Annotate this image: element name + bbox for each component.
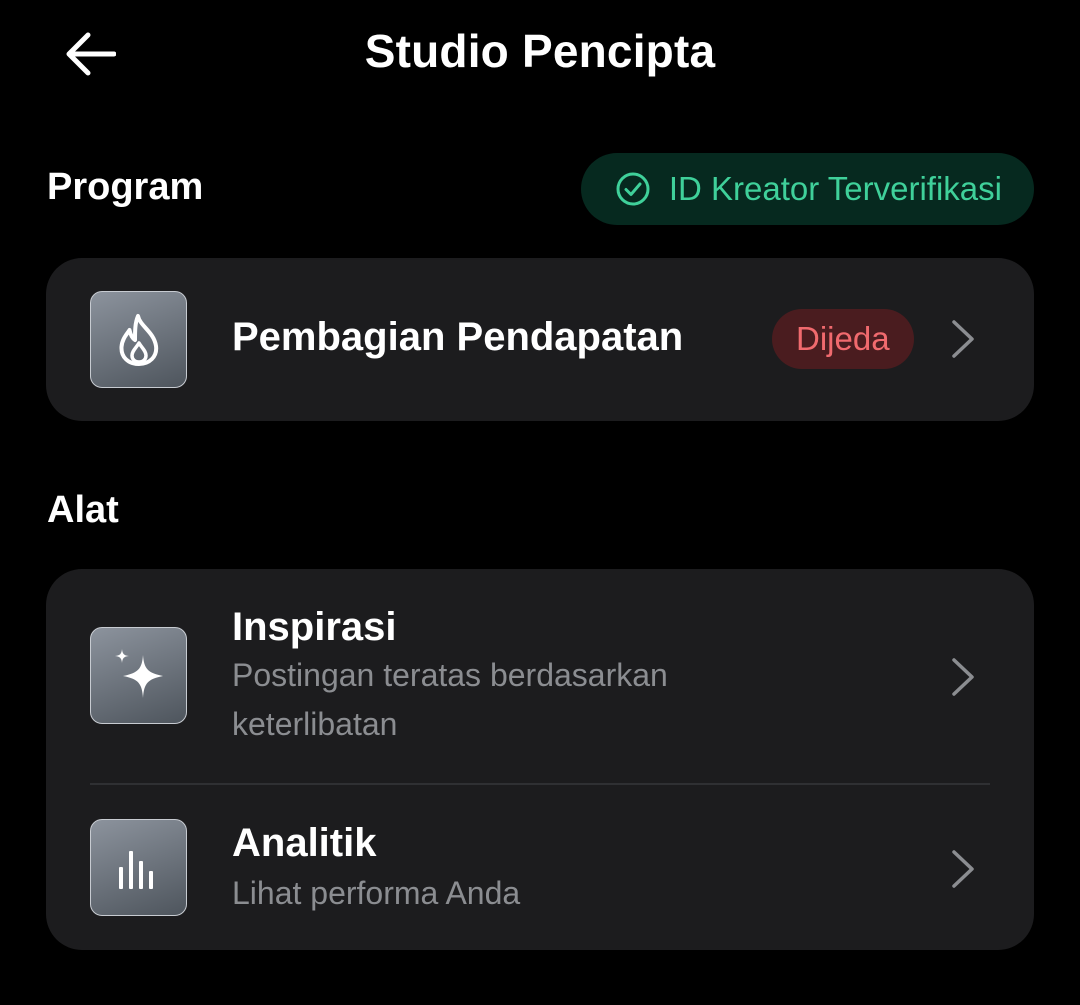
program-item-revenue-sharing[interactable]: Pembagian Pendapatan Dijeda: [46, 258, 1034, 421]
verified-creator-badge[interactable]: ID Kreator Terverifikasi: [580, 153, 1034, 225]
bar-chart-icon: [116, 845, 162, 891]
page-title: Studio Pencipta: [364, 25, 716, 77]
flame-icon: [114, 313, 164, 367]
program-card: Pembagian Pendapatan Dijeda: [46, 258, 1034, 421]
tools-item-title: Analitik: [232, 821, 377, 865]
tools-icon-tile: [90, 819, 187, 916]
chevron-right-icon: [948, 655, 978, 699]
tools-item-subtitle: Postingan teratas berdasarkan keterlibat…: [232, 657, 668, 742]
program-item-title: Pembagian Pendapatan: [232, 315, 684, 359]
creator-studio-screen: Studio Pencipta Program ID Kreator Terve…: [0, 0, 1080, 1005]
tools-icon-tile: [90, 627, 187, 724]
section-title-tools: Alat: [47, 489, 119, 531]
tools-item-title: Inspirasi: [232, 605, 397, 649]
tools-item-analytics[interactable]: Analitik Lihat performa Anda: [46, 785, 1034, 950]
sparkle-icon: [110, 647, 168, 705]
verified-badge-label: ID Kreator Terverifikasi: [668, 170, 1002, 207]
chevron-right-icon: [948, 317, 978, 361]
tools-item-subtitle: Lihat performa Anda: [232, 875, 521, 911]
top-app-bar: Studio Pencipta: [0, 0, 1080, 108]
section-title-program: Program: [47, 166, 204, 208]
program-icon-tile: [90, 291, 187, 388]
check-circle-icon: [615, 171, 651, 207]
chevron-right-icon: [948, 847, 978, 891]
tools-card: Inspirasi Postingan teratas berdasarkan …: [46, 569, 1034, 950]
tools-item-inspiration[interactable]: Inspirasi Postingan teratas berdasarkan …: [46, 569, 1034, 783]
status-badge: Dijeda: [772, 309, 914, 369]
